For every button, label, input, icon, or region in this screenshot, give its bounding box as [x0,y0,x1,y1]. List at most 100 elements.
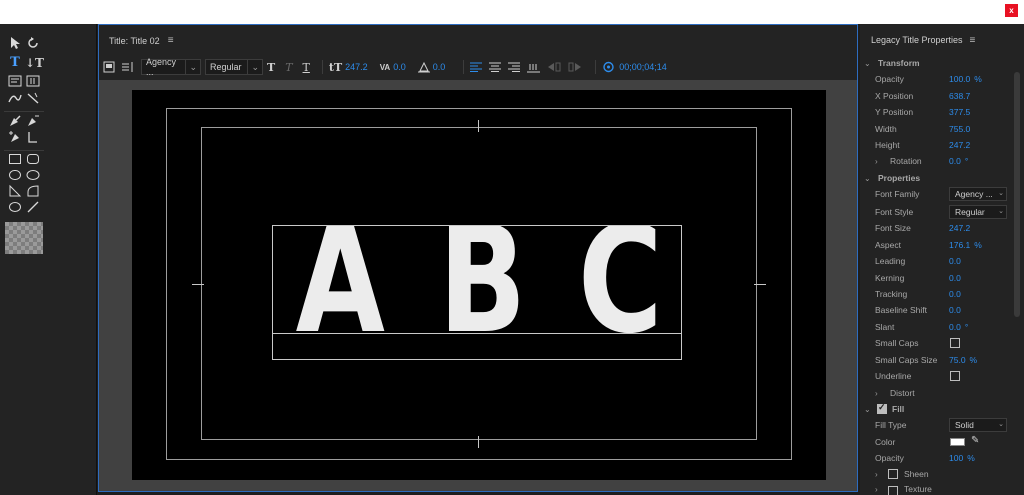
style-swatch[interactable] [5,222,43,254]
wedge-tool-icon[interactable] [7,184,23,198]
distort-row[interactable]: › Distort [860,385,1012,401]
show-background-video-icon[interactable] [602,61,615,73]
timecode-value[interactable]: 00;00;04;14 [619,62,667,72]
texture-checkbox[interactable] [888,486,898,495]
panel-menu-icon[interactable]: ≡ [168,35,174,46]
type-tool-icon[interactable]: T [7,56,23,70]
underline-checkbox[interactable] [950,371,960,381]
bold-icon[interactable]: T [267,61,275,74]
sheen-row[interactable]: › Sheen [860,466,1012,482]
text-object-bounds[interactable]: A B C [272,225,682,360]
toolbar-divider [595,60,597,74]
font-style-dropdown[interactable]: Regular ⌄ [949,205,1007,219]
fill-color-swatch[interactable] [950,438,965,446]
area-type-tool-icon[interactable] [7,74,23,88]
vertical-path-type-tool-icon[interactable] [25,91,41,105]
ellipse-tool-icon[interactable] [7,200,23,214]
title-canvas[interactable]: A B C [132,90,826,480]
texture-row[interactable]: › Texture [860,483,1012,495]
rotation-value[interactable]: 0.0 ° [949,156,968,166]
panel-menu-icon[interactable]: ≡ [970,35,976,46]
clipped-corner-tool-icon[interactable] [7,168,23,182]
properties-section-label: Properties [878,173,921,183]
add-anchor-tool-icon[interactable] [7,130,23,144]
x-position-value[interactable]: 638.7 [949,91,970,101]
roll-crawl-options-icon[interactable] [103,61,115,73]
tools-divider [4,111,44,112]
fill-opacity-label: Opacity [875,453,904,463]
vertical-type-tool-icon[interactable]: ↓T [25,56,44,70]
underline-icon[interactable]: T [303,61,310,74]
title-text[interactable]: A B C [273,226,681,334]
rounded-rectangle-tool-icon[interactable] [25,152,41,166]
sheen-checkbox[interactable] [888,469,898,479]
font-size-icon: tT [328,60,343,74]
rounded-corner-tool-icon[interactable] [25,168,41,182]
aspect-label: Aspect [875,240,901,250]
properties-scrollbar[interactable] [1014,72,1020,317]
fill-checkbox[interactable] [877,402,887,414]
fill-section-label: Fill [892,404,905,414]
fill-type-dropdown[interactable]: Solid ⌄ [949,418,1007,432]
font-style-select[interactable]: Regular ⌄ [205,59,263,75]
small-caps-checkbox[interactable] [950,338,960,348]
font-family-dropdown[interactable]: Agency ... ⌄ [949,187,1007,201]
align-right-icon[interactable] [508,62,521,72]
eyedropper-icon[interactable]: ✎ [971,435,979,446]
tools-divider [4,150,44,151]
font-size-value[interactable]: 247.2 [345,62,368,72]
properties-section-header[interactable]: ⌄ Properties [860,170,1012,186]
properties-panel-header: Legacy Title Properties ≡ [860,24,1024,56]
width-value[interactable]: 755.0 [949,124,970,134]
fill-opacity-value[interactable]: 100% [949,453,975,463]
rotation-value-number: 0.0 [949,156,961,166]
arc-tool-icon[interactable] [25,184,41,198]
bottom-center-marker [478,436,479,448]
properties-panel-title: Legacy Title Properties [871,35,963,45]
leading-prop-value[interactable]: 0.0 [949,256,961,266]
tab-stops-icon[interactable] [121,61,135,73]
italic-icon[interactable]: T [285,61,292,74]
tracking-value[interactable]: 0.0 [949,289,961,299]
font-size-prop-value[interactable]: 247.2 [949,223,970,233]
toolbar-divider [321,60,323,74]
font-family-row: Font Family Agency ... ⌄ [860,186,1012,202]
font-family-select[interactable]: Agency ... ⌄ [141,57,201,77]
opacity-value[interactable]: 100.0% [949,74,982,84]
align-left-icon[interactable] [470,62,483,72]
small-caps-size-value[interactable]: 75.0% [949,355,977,365]
vertical-area-type-tool-icon[interactable] [25,74,41,88]
align-center-icon[interactable] [489,62,502,72]
close-button[interactable]: x [1005,4,1018,17]
sheen-label: Sheen [904,469,929,479]
height-value[interactable]: 247.2 [949,140,970,150]
left-center-marker [192,284,204,285]
convert-anchor-tool-icon[interactable] [25,130,41,144]
delete-anchor-tool-icon[interactable] [25,114,41,128]
tab-stop-icon[interactable] [527,62,541,73]
fill-section-header[interactable]: ⌄ Fill [860,401,1012,417]
leading-value[interactable]: 0.0 [433,62,446,72]
transform-section-header[interactable]: ⌄ Transform [860,55,1012,71]
leading-icon [417,61,430,73]
aspect-row: Aspect 176.1% [860,237,1012,253]
title-letter: B [437,226,526,334]
kerning-value[interactable]: 0.0 [393,62,406,72]
kerning-prop-value[interactable]: 0.0 [949,273,961,283]
selection-tool-icon[interactable] [7,36,23,50]
font-family-dropdown-value: Agency ... [955,189,993,199]
path-type-tool-icon[interactable] [7,91,23,105]
pen-tool-icon[interactable] [7,114,23,128]
y-position-value[interactable]: 377.5 [949,107,970,117]
rectangle-tool-icon[interactable] [7,152,23,166]
transform-section-label: Transform [878,58,920,68]
baseline-shift-value[interactable]: 0.0 [949,305,961,315]
slant-value[interactable]: 0.0 ° [949,322,968,332]
aspect-value[interactable]: 176.1% [949,240,982,250]
window-top-strip: x [0,0,1024,24]
rotation-unit: ° [964,156,969,166]
rotation-row[interactable]: › Rotation 0.0 ° [860,153,1012,169]
rotation-tool-icon[interactable] [25,36,41,50]
line-tool-icon[interactable] [25,200,41,214]
rotation-label: Rotation [890,156,922,166]
